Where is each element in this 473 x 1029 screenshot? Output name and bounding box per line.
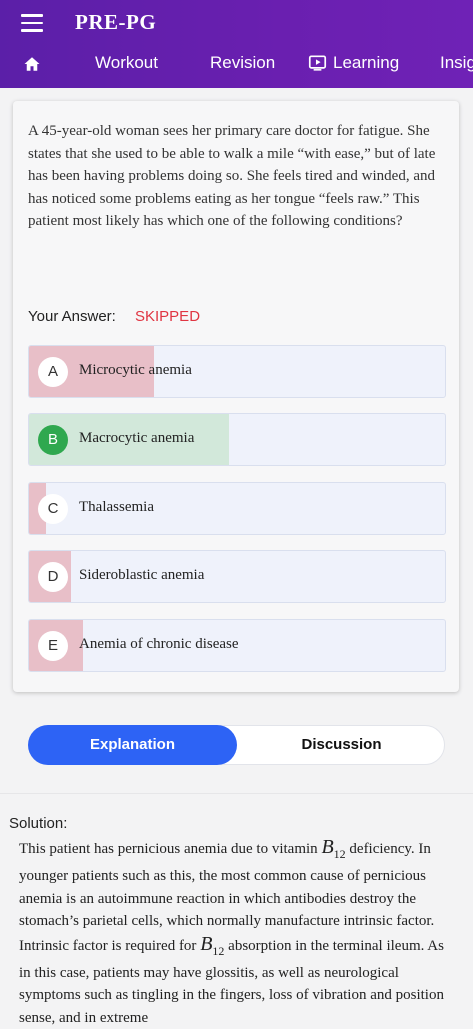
question-text: A 45-year-old woman sees her primary car… (28, 123, 436, 230)
option-b-text: Macrocytic anemia (79, 430, 195, 446)
home-icon[interactable] (23, 55, 41, 73)
option-a-text: Microcytic anemia (79, 362, 192, 378)
option-e[interactable]: E Anemia of chronic disease (28, 619, 446, 672)
option-b[interactable]: B Macrocytic anemia (28, 413, 446, 466)
divider (0, 793, 473, 794)
option-c[interactable]: C Thalassemia (28, 482, 446, 535)
app-header: PRE-PG Workout Revision Learning Insig (0, 0, 473, 88)
option-c-text: Thalassemia (79, 499, 154, 515)
option-d-text: Sideroblastic anemia (79, 567, 205, 583)
question-card: A 45-year-old woman sees her primary car… (13, 101, 459, 692)
app-title: PRE-PG (75, 10, 157, 34)
your-answer-label: Your Answer: (28, 308, 116, 325)
solution-label: Solution: (9, 815, 68, 832)
nav-tab-insights[interactable]: Insig (440, 53, 473, 73)
solution-text: This patient has pernicious anemia due t… (19, 836, 459, 1029)
option-d[interactable]: D Sideroblastic anemia (28, 550, 446, 603)
option-e-text: Anemia of chronic disease (79, 636, 239, 652)
option-a-letter: A (38, 357, 68, 387)
nav-tab-workout[interactable]: Workout (95, 53, 158, 73)
option-c-letter: C (38, 494, 68, 524)
explanation-discussion-tabs: Explanation Discussion (28, 725, 445, 765)
option-e-letter: E (38, 631, 68, 661)
option-b-letter: B (38, 425, 68, 455)
tv-play-icon (308, 55, 327, 71)
tab-explanation[interactable]: Explanation (28, 725, 237, 765)
solution-text-part-1: This patient has pernicious anemia due t… (19, 841, 318, 857)
answer-status: SKIPPED (135, 308, 201, 325)
option-a[interactable]: A Microcytic anemia (28, 345, 446, 398)
vitamin-b12-symbol: B12 (321, 836, 346, 861)
tab-discussion[interactable]: Discussion (237, 725, 446, 765)
hamburger-menu-icon[interactable] (21, 14, 43, 32)
nav-tab-learning-label: Learning (333, 53, 400, 72)
nav-tab-learning[interactable]: Learning (308, 53, 399, 73)
option-d-letter: D (38, 562, 68, 592)
vitamin-b12-symbol: B12 (200, 932, 225, 958)
nav-tab-revision[interactable]: Revision (210, 53, 275, 73)
